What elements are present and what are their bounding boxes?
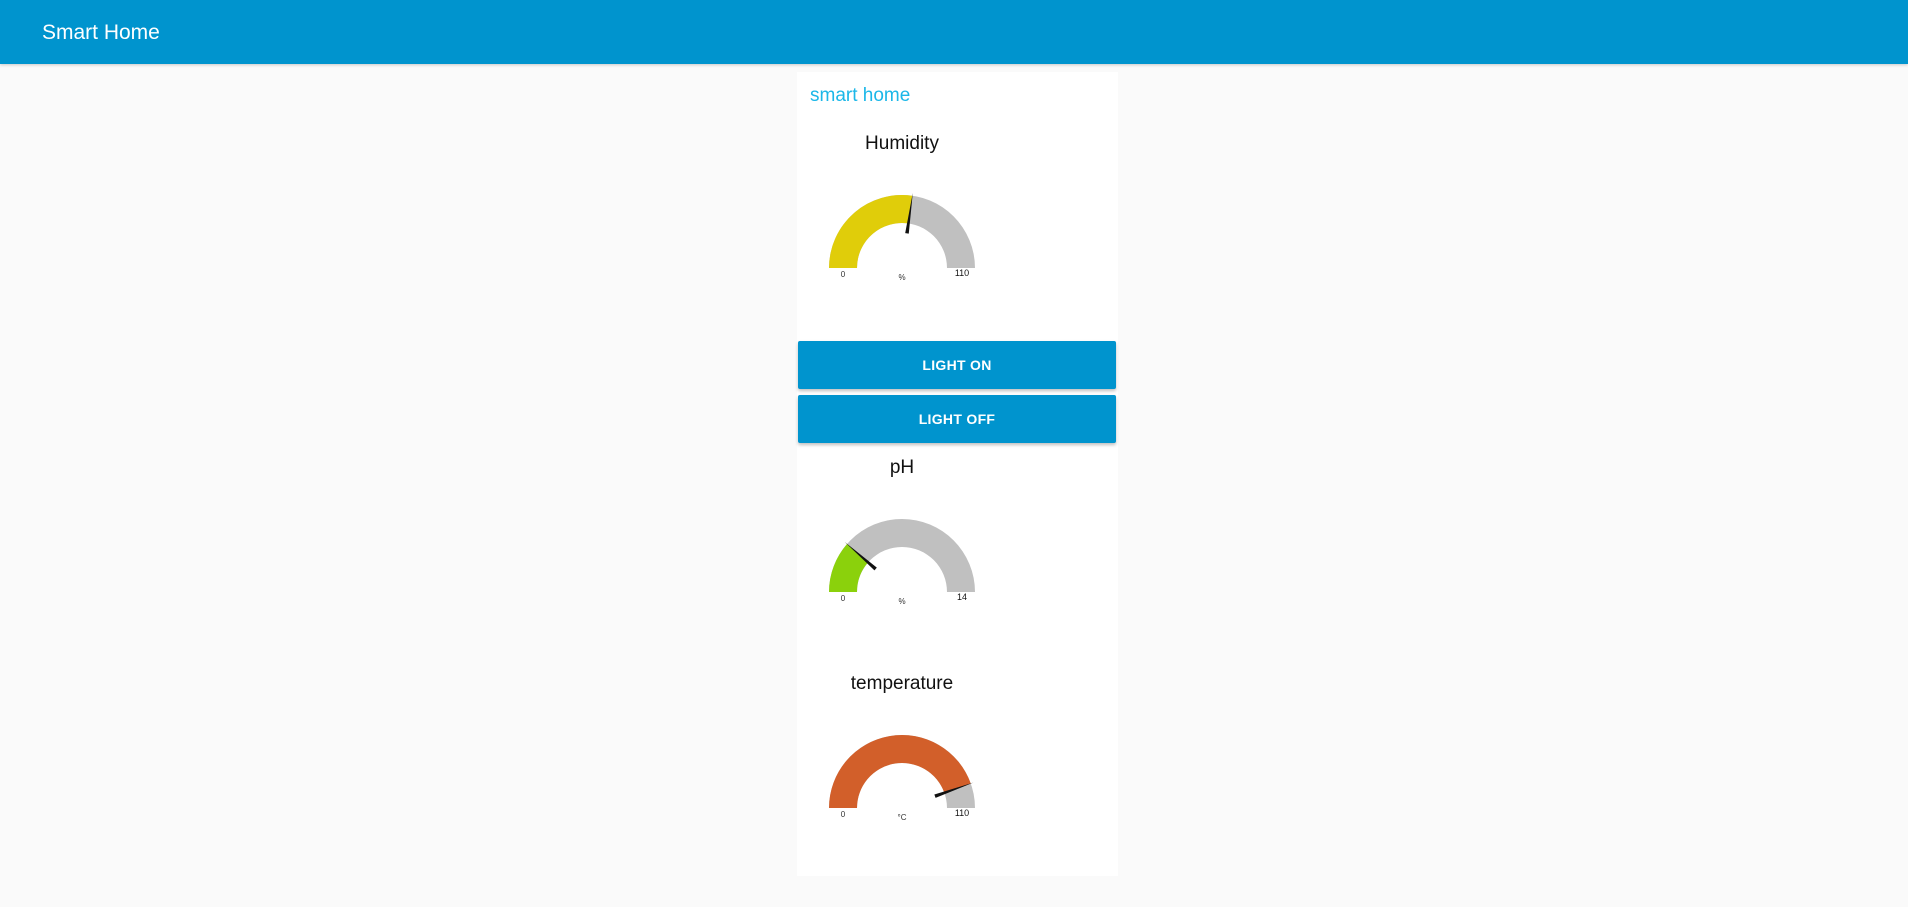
gauge-max-label: 110: [955, 268, 969, 278]
app-title: Smart Home: [42, 21, 160, 44]
gauge-max-label: 110: [955, 808, 969, 818]
gauge-units-label: °C: [898, 813, 907, 822]
gauge-min-label: 0: [841, 810, 846, 819]
gauge-title-temperature: temperature: [850, 673, 954, 694]
light-off-button[interactable]: LIGHT OFF: [798, 395, 1116, 443]
gauge-max-label: 14: [957, 592, 967, 602]
temperature-gauge-dial: 0 110 °C: [829, 735, 975, 822]
gauge-units-label: %: [898, 273, 905, 282]
gauge-units-label: %: [898, 597, 905, 606]
gauge-value-arc: [829, 195, 913, 268]
gauge-title-ph: pH: [889, 457, 915, 478]
gauge-min-label: 0: [841, 594, 846, 603]
ph-gauge-dial: 0 14 %: [829, 519, 975, 606]
smart-home-group-card: smart home Humidity 0 110 % LIGHT ON LIG…: [797, 72, 1118, 876]
gauge-min-label: 0: [841, 270, 846, 279]
top-toolbar: Smart Home: [0, 0, 1908, 64]
light-on-button[interactable]: LIGHT ON: [798, 341, 1116, 389]
humidity-gauge-dial: 0 110 %: [829, 192, 975, 282]
gauge-title-humidity: Humidity: [865, 133, 939, 154]
group-title: smart home: [810, 85, 911, 106]
